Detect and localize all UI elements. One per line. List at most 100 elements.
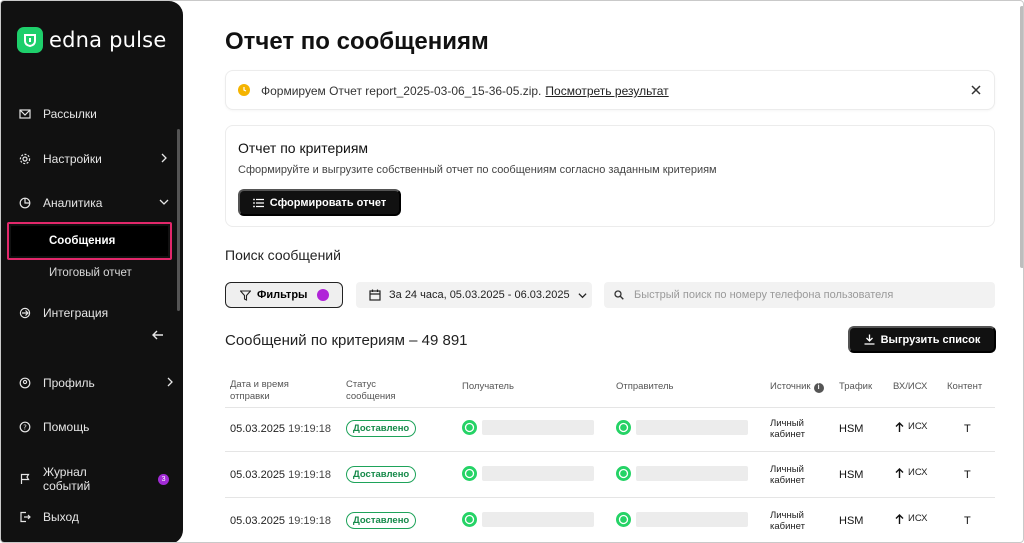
sidebar-item-mailings[interactable]: Рассылки	[19, 107, 169, 121]
sidebar-item-event-log[interactable]: Журнал событий 3	[19, 465, 169, 493]
close-icon[interactable]	[970, 84, 982, 96]
sender-hidden	[636, 420, 748, 435]
sidebar-item-integration[interactable]: Интеграция	[19, 306, 169, 320]
date-cell: 05.03.2025 19:19:18	[230, 515, 331, 527]
view-result-link[interactable]: Посмотреть результат	[545, 84, 668, 98]
card-description: Сформируйте и выгрузите собственный отче…	[238, 164, 717, 176]
calendar-icon	[369, 289, 381, 301]
help-icon: ?	[19, 421, 31, 433]
column-header-content[interactable]: Контент	[947, 381, 982, 393]
whatsapp-icon	[616, 420, 631, 435]
whatsapp-icon	[616, 466, 631, 481]
content-cell: T	[964, 423, 971, 435]
logout-icon	[19, 511, 31, 523]
table-divider	[225, 407, 995, 408]
report-notice: Формируем Отчет report_2025-03-06_15-36-…	[225, 70, 995, 110]
date-range-select[interactable]: За 24 часа, 05.03.2025 - 06.03.2025	[356, 282, 592, 308]
column-header-date[interactable]: Дата и время отправки	[230, 379, 289, 403]
sidebar-scrollbar[interactable]	[177, 129, 180, 311]
column-header-sender[interactable]: Отправитель	[616, 381, 674, 393]
app-window: edna pulse Рассылки Настройки Аналитика …	[0, 0, 1024, 543]
filter-icon	[240, 289, 251, 301]
header-line: отправки	[230, 391, 270, 402]
whatsapp-icon	[462, 420, 477, 435]
results-count-title: Сообщений по критериям – 49 891	[225, 332, 468, 349]
time-value: 19:19:18	[288, 423, 331, 435]
sidebar-item-label: Журнал событий	[43, 465, 91, 493]
download-icon	[864, 334, 875, 345]
column-header-recipient[interactable]: Получатель	[462, 381, 514, 393]
collapse-sidebar-icon[interactable]	[151, 328, 165, 342]
sidebar-item-profile[interactable]: Профиль	[19, 376, 173, 390]
traffic-cell: HSM	[839, 423, 864, 435]
sidebar-item-label: Помощь	[43, 420, 90, 434]
flag-icon	[19, 473, 31, 485]
date-value: 05.03.2025	[230, 515, 286, 527]
column-header-traffic[interactable]: Трафик	[839, 381, 872, 393]
sender-hidden	[636, 512, 748, 527]
source-line: кабинет	[770, 521, 805, 532]
source-line: Личный	[770, 418, 804, 429]
source-line: кабинет	[770, 475, 805, 486]
date-range-value: За 24 часа, 05.03.2025 - 06.03.2025	[389, 289, 570, 301]
integration-icon	[19, 307, 31, 319]
direction-value: ИСХ	[908, 421, 928, 432]
date-cell: 05.03.2025 19:19:18	[230, 469, 331, 481]
column-header-status[interactable]: Статус сообщения	[346, 379, 396, 403]
search-icon	[614, 290, 624, 300]
sidebar-item-label: Настройки	[43, 152, 102, 166]
arrow-up-icon	[895, 467, 904, 478]
export-list-button[interactable]: Выгрузить список	[848, 326, 996, 353]
date-cell: 05.03.2025 19:19:18	[230, 423, 331, 435]
chevron-right-icon	[167, 377, 173, 387]
header-line: Дата и время	[230, 379, 289, 390]
sidebar-item-settings[interactable]: Настройки	[19, 152, 169, 166]
svg-text:?: ?	[23, 424, 27, 432]
source-cell: Личный кабинет	[770, 510, 805, 532]
recipient-hidden	[482, 420, 594, 435]
criteria-report-card: Отчет по критериям Сформируйте и выгрузи…	[225, 125, 995, 227]
column-header-direction[interactable]: ВХ/ИСХ	[893, 381, 927, 393]
notice-message: Формируем Отчет report_2025-03-06_15-36-…	[261, 84, 542, 98]
sidebar-subitem-messages[interactable]: Сообщения	[7, 222, 172, 260]
sidebar-subitem-label: Сообщения	[49, 235, 116, 247]
date-value: 05.03.2025	[230, 469, 286, 481]
status-badge: Доставлено	[346, 512, 417, 529]
source-line: Личный	[770, 464, 804, 475]
filters-button[interactable]: Фильтры	[225, 282, 343, 308]
time-value: 19:19:18	[288, 469, 331, 481]
content-cell: T	[964, 515, 971, 527]
sidebar: edna pulse Рассылки Настройки Аналитика …	[1, 1, 183, 542]
notification-badge: 3	[158, 473, 169, 485]
page-scrollbar[interactable]	[1020, 6, 1023, 268]
logo[interactable]: edna pulse	[17, 27, 166, 53]
pie-chart-icon	[19, 197, 31, 209]
list-icon	[252, 198, 264, 207]
sidebar-item-analytics[interactable]: Аналитика	[19, 196, 169, 210]
main-content: Отчет по сообщениям Формируем Отчет repo…	[183, 1, 1023, 542]
header-line: Статус	[346, 379, 377, 390]
traffic-cell: HSM	[839, 515, 864, 527]
sidebar-item-label: Выход	[43, 510, 79, 524]
whatsapp-icon	[462, 512, 477, 527]
status-badge: Доставлено	[346, 420, 417, 437]
date-value: 05.03.2025	[230, 423, 286, 435]
button-label: Сформировать отчет	[269, 196, 387, 209]
sidebar-item-help[interactable]: ? Помощь	[19, 420, 169, 434]
sidebar-item-label: Интеграция	[43, 306, 109, 320]
header-line: сообщения	[346, 391, 396, 402]
direction-value: ИСХ	[908, 513, 928, 524]
logo-text: edna pulse	[49, 28, 167, 52]
sidebar-subitem-summary-report[interactable]: Итоговый отчет	[49, 267, 132, 279]
sidebar-item-logout[interactable]: Выход	[19, 510, 169, 524]
search-input[interactable]	[634, 282, 984, 308]
generate-report-button[interactable]: Сформировать отчет	[238, 189, 401, 216]
arrow-up-icon	[895, 421, 904, 432]
time-value: 19:19:18	[288, 515, 331, 527]
chevron-down-icon	[159, 199, 169, 205]
column-header-source[interactable]: Источник i	[770, 381, 824, 393]
button-label: Фильтры	[257, 289, 308, 301]
header-label: Источник	[770, 381, 811, 392]
direction-value: ИСХ	[908, 467, 928, 478]
info-icon[interactable]: i	[813, 383, 824, 393]
